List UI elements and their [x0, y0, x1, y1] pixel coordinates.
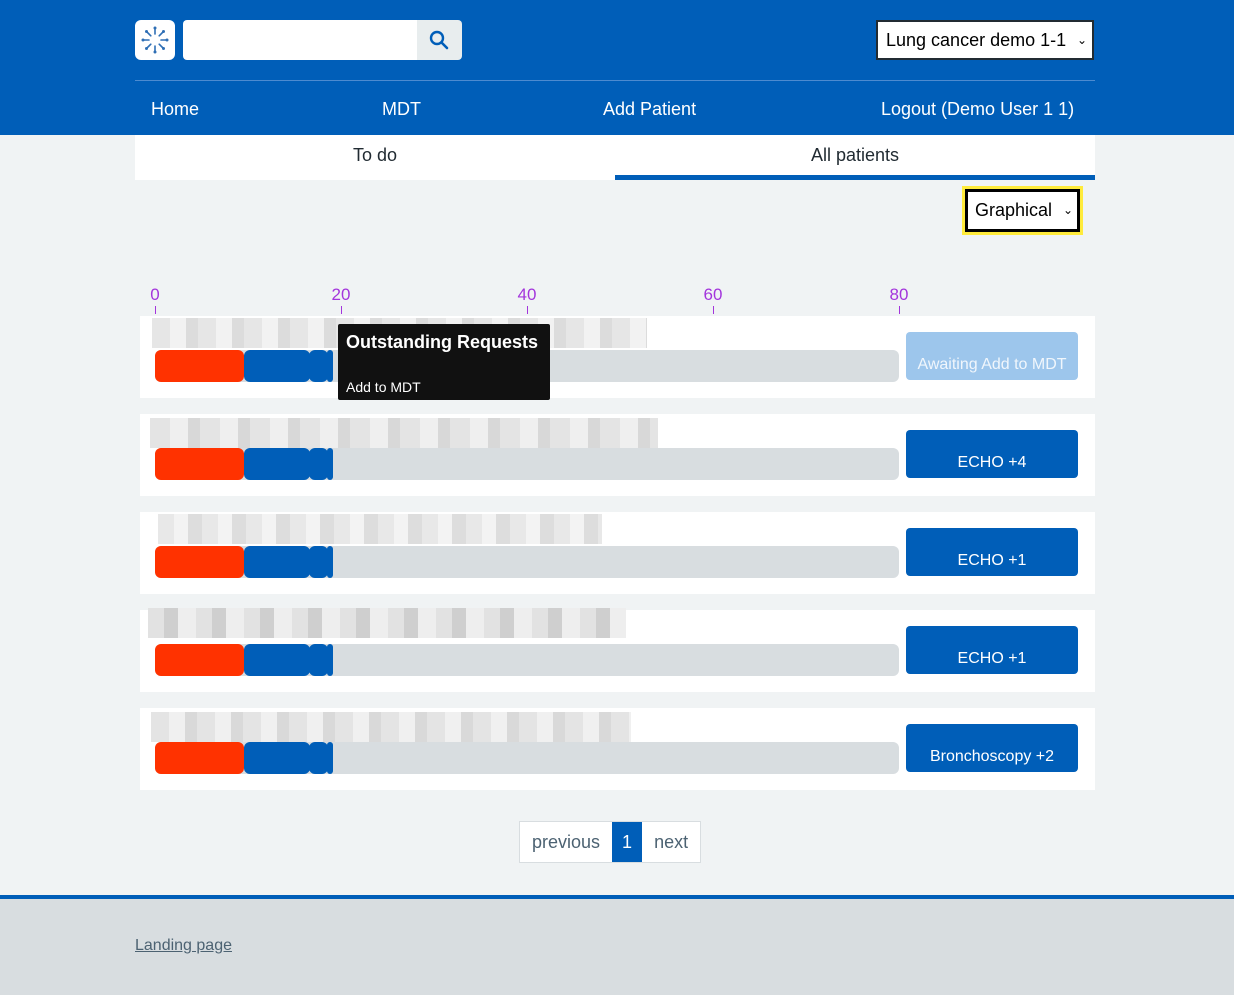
- nav-home[interactable]: Home: [151, 96, 199, 122]
- timeline-segment[interactable]: [309, 644, 328, 676]
- pagination-page-current[interactable]: 1: [612, 822, 643, 862]
- tooltip-title: Outstanding Requests: [346, 332, 539, 352]
- axis-tick-mark: [713, 306, 714, 314]
- search-input[interactable]: [183, 20, 417, 60]
- axis-tick-mark: [155, 306, 156, 314]
- pagination-previous[interactable]: previous: [520, 822, 612, 862]
- organisation-select-value: Lung cancer demo 1-1: [886, 30, 1067, 50]
- tab-to-do[interactable]: To do: [135, 135, 615, 180]
- timeline-segment[interactable]: [244, 742, 310, 774]
- active-tab-indicator: [615, 175, 1095, 180]
- status-button[interactable]: Bronchoscopy +2: [906, 724, 1078, 772]
- timeline-segment-overdue[interactable]: [155, 644, 244, 676]
- status-button[interactable]: ECHO +1: [906, 626, 1078, 674]
- search-button[interactable]: [417, 20, 462, 60]
- chevron-down-icon: ⌄: [1076, 33, 1087, 47]
- patient-row[interactable]: ECHO +1: [140, 512, 1095, 594]
- outstanding-requests-tooltip: Outstanding Requests Add to MDT: [338, 324, 550, 400]
- chevron-down-icon: ⌄: [1062, 203, 1073, 217]
- timeline-segment[interactable]: [327, 448, 333, 480]
- timeline-segment[interactable]: [309, 546, 328, 578]
- patient-name-redacted: [150, 418, 658, 448]
- view-mode-select[interactable]: Graphical ⌄: [962, 186, 1083, 235]
- timeline-segment[interactable]: [244, 546, 310, 578]
- nav-add-patient[interactable]: Add Patient: [603, 96, 696, 122]
- footer: Landing page: [0, 895, 1234, 995]
- timeline-segment-overdue[interactable]: [155, 350, 244, 382]
- timeline-segment[interactable]: [327, 350, 333, 382]
- organisation-select[interactable]: Lung cancer demo 1-1 ⌄: [876, 20, 1094, 60]
- timeline-segment[interactable]: [309, 742, 328, 774]
- pagination: previous 1 next: [519, 821, 702, 863]
- status-button[interactable]: ECHO +4: [906, 430, 1078, 478]
- logo-icon: [141, 26, 169, 54]
- landing-page-link[interactable]: Landing page: [135, 937, 232, 955]
- timeline-segment-overdue[interactable]: [155, 546, 244, 578]
- nav-mdt[interactable]: MDT: [382, 96, 421, 122]
- search-icon: [429, 30, 449, 50]
- axis-tick-label: 40: [517, 285, 537, 304]
- axis-tick-mark: [899, 306, 900, 314]
- timeline-segment[interactable]: [244, 644, 310, 676]
- tab-all-patients[interactable]: All patients: [615, 135, 1095, 180]
- patient-row[interactable]: ECHO +1: [140, 608, 1095, 692]
- patient-row[interactable]: Bronchoscopy +2: [140, 708, 1095, 790]
- view-mode-value: Graphical: [975, 200, 1053, 220]
- timeline-segment-overdue[interactable]: [155, 448, 244, 480]
- timeline-segment-overdue[interactable]: [155, 742, 244, 774]
- patient-row[interactable]: ECHO +4: [140, 414, 1095, 496]
- tooltip-item: Add to MDT: [346, 379, 421, 395]
- patient-name-redacted: [148, 608, 626, 638]
- patient-name-redacted: [158, 514, 602, 544]
- axis-tick-label: 80: [889, 285, 909, 304]
- status-button[interactable]: ECHO +1: [906, 528, 1078, 576]
- timeline-segment[interactable]: [327, 546, 333, 578]
- nav-logout[interactable]: Logout (Demo User 1 1): [881, 96, 1074, 122]
- axis-tick-mark: [341, 306, 342, 314]
- patient-row[interactable]: Awaiting Add to MDT: [140, 316, 1095, 398]
- timeline-segment[interactable]: [244, 350, 310, 382]
- view-mode-select-box: Graphical ⌄: [965, 189, 1080, 232]
- timeline-segment[interactable]: [309, 350, 328, 382]
- timeline-segment[interactable]: [309, 448, 328, 480]
- timeline-segment[interactable]: [244, 448, 310, 480]
- pagination-next[interactable]: next: [642, 822, 700, 862]
- tab-bar: To do All patients: [135, 135, 1095, 180]
- patient-name-redacted: [151, 712, 631, 742]
- status-button[interactable]: Awaiting Add to MDT: [906, 332, 1078, 380]
- app-logo[interactable]: [135, 20, 175, 60]
- header-divider: [135, 80, 1095, 81]
- timeline-segment[interactable]: [327, 742, 333, 774]
- axis-tick-label: 0: [150, 285, 160, 304]
- axis-tick-label: 60: [703, 285, 723, 304]
- axis-tick-label: 20: [331, 285, 351, 304]
- timeline-segment[interactable]: [327, 644, 333, 676]
- header-bar: Lung cancer demo 1-1 ⌄ Home MDT Add Pati…: [0, 0, 1234, 135]
- axis-tick-mark: [527, 306, 528, 314]
- timeline-axis: 0 20 40 60 80: [140, 280, 1095, 316]
